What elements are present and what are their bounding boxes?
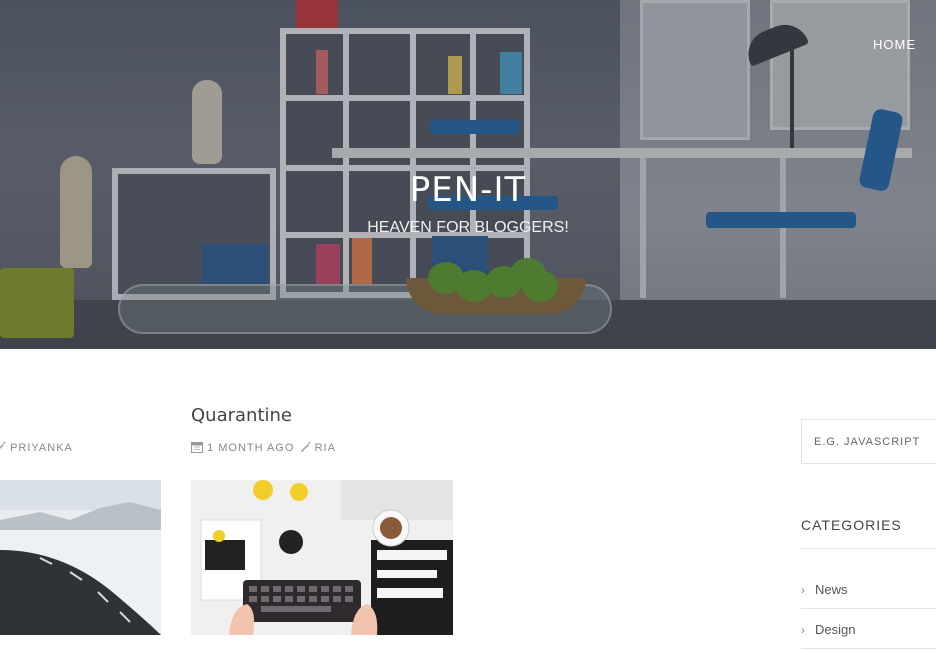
- category-label: News: [815, 582, 848, 597]
- post-meta: 1 MONTH AGO RIA: [191, 441, 336, 454]
- category-divider: [801, 608, 936, 609]
- post-author[interactable]: PRIYANKA: [10, 442, 73, 454]
- post-date: 1 MONTH AGO: [207, 442, 295, 454]
- post-meta: PRIYANKA: [0, 441, 73, 454]
- post-thumbnail[interactable]: [191, 480, 453, 635]
- author-icon: [299, 441, 315, 454]
- categories-divider: [801, 548, 936, 549]
- snowy-road-image: [0, 480, 161, 635]
- category-item-design[interactable]: › Design: [801, 622, 855, 637]
- chevron-right-icon: ›: [801, 623, 805, 637]
- author-icon: [0, 441, 10, 454]
- desk-flatlay-image: [191, 480, 453, 635]
- site-tagline: HEAVEN FOR BLOGGERS!: [367, 219, 569, 236]
- search-input[interactable]: [801, 419, 936, 464]
- chevron-right-icon: ›: [801, 583, 805, 597]
- category-label: Design: [815, 622, 856, 637]
- post-thumbnail[interactable]: [0, 480, 161, 635]
- hero-banner: HOME PEN-IT HEAVEN FOR BLOGGERS!: [0, 0, 936, 349]
- categories-heading: CATEGORIES: [801, 517, 902, 533]
- category-divider: [801, 648, 936, 649]
- site-title: PEN-IT: [409, 170, 527, 210]
- calendar-icon: [191, 442, 207, 454]
- category-item-news[interactable]: › News: [801, 582, 848, 597]
- post-title[interactable]: Quarantine: [191, 405, 292, 426]
- post-author[interactable]: RIA: [315, 442, 336, 454]
- nav-home-link[interactable]: HOME: [873, 37, 916, 52]
